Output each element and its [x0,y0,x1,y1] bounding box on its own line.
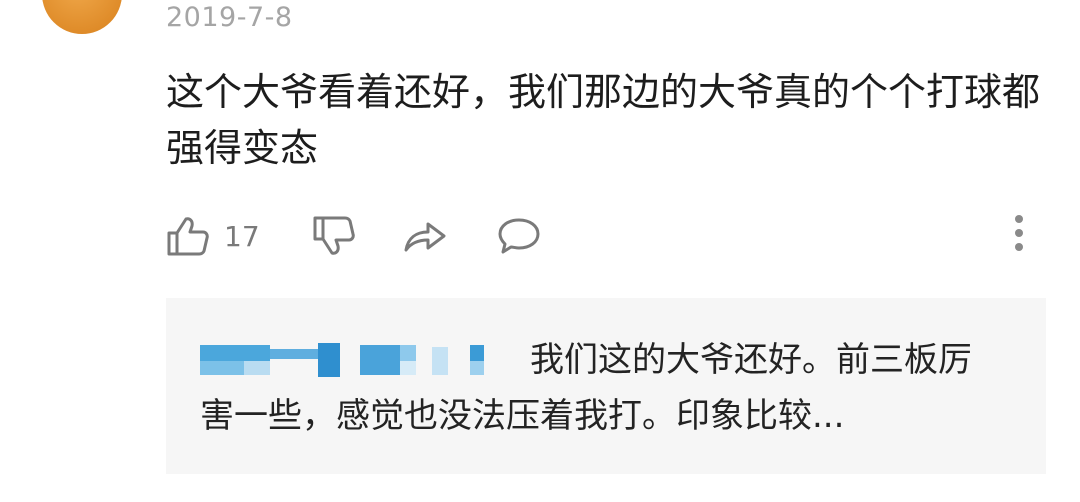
dislike-button[interactable] [312,215,356,257]
like-count: 17 [224,219,260,253]
share-arrow-icon [404,222,446,252]
more-options-button[interactable] [1010,215,1028,251]
thumbs-down-icon [313,216,355,255]
reply-button[interactable] [496,216,542,256]
reply-content: 我们这的大爷还好。前三板厉害一些，感觉也没法压着我打。印象比较... [200,332,1000,444]
comment-actions: 17 [166,212,542,260]
share-button[interactable] [402,216,448,256]
user-avatar[interactable] [42,0,122,34]
redacted-username [200,339,520,379]
more-dot-icon [1015,243,1023,251]
comment-date: 2019-7-8 [166,2,293,33]
comment-text: 这个大爷看着还好，我们那边的大爷真的个个打球都强得变态 [166,70,1041,170]
reply-preview[interactable]: 我们这的大爷还好。前三板厉害一些，感觉也没法压着我打。印象比较... [166,298,1046,474]
like-button[interactable]: 17 [166,215,260,257]
thumbs-up-icon [167,217,209,256]
more-dot-icon [1015,229,1023,237]
speech-bubble-icon [498,218,540,254]
more-dot-icon [1015,215,1023,223]
